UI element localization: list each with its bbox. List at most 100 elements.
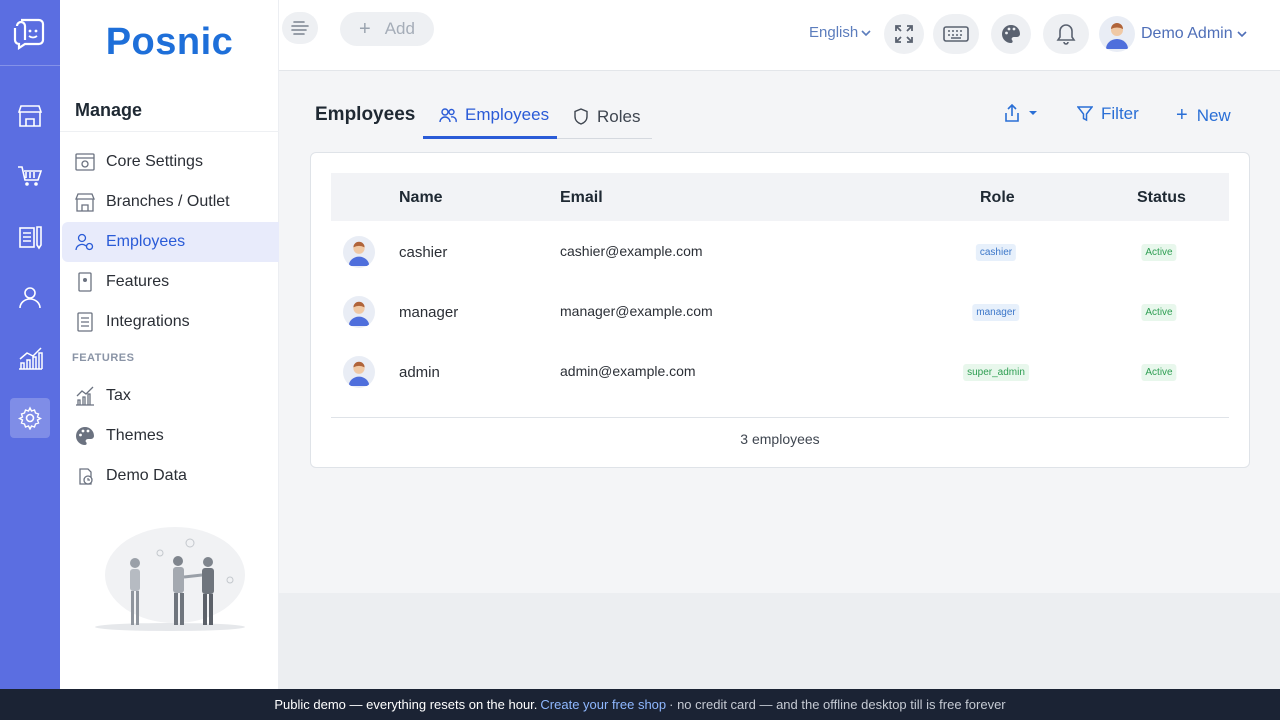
shield-icon bbox=[573, 108, 589, 125]
user-menu[interactable]: Demo Admin bbox=[1099, 16, 1248, 52]
users-icon bbox=[439, 107, 457, 123]
column-header-role[interactable]: Role bbox=[980, 189, 1015, 207]
demo-data-icon bbox=[74, 465, 96, 487]
tab-employees[interactable]: Employees bbox=[423, 94, 557, 139]
demo-banner: Public demo — everything resets on the h… bbox=[0, 689, 1280, 720]
user-avatar-icon bbox=[348, 361, 370, 386]
employees-gear-icon bbox=[74, 231, 96, 253]
column-header-status[interactable]: Status bbox=[1137, 189, 1186, 207]
tab-label: Employees bbox=[465, 105, 550, 124]
clipboard-icon bbox=[19, 226, 42, 250]
bell-icon bbox=[1056, 24, 1076, 45]
rail-settings-button[interactable] bbox=[10, 398, 50, 438]
divider bbox=[60, 131, 279, 132]
team-illustration bbox=[95, 527, 245, 631]
employees-card: Name Email Role Status cashier cashier@e… bbox=[310, 152, 1250, 468]
filter-button[interactable]: Filter bbox=[1077, 104, 1139, 124]
app-logo-icon bbox=[13, 18, 45, 50]
status-badge: Active bbox=[1141, 304, 1177, 321]
new-employee-button[interactable]: + New bbox=[1176, 104, 1231, 127]
menu-item-label: Themes bbox=[106, 427, 164, 444]
rail-cart-button[interactable] bbox=[10, 156, 50, 196]
menu-item-tax[interactable]: Tax bbox=[62, 376, 279, 416]
divider bbox=[331, 417, 1229, 418]
menu-item-label: Core Settings bbox=[106, 153, 203, 170]
status-badge: Active bbox=[1141, 244, 1177, 261]
avatar bbox=[343, 356, 375, 388]
filter-label: Filter bbox=[1101, 104, 1139, 123]
store-icon bbox=[74, 191, 96, 213]
fullscreen-button[interactable] bbox=[884, 14, 924, 54]
avatar bbox=[343, 236, 375, 268]
menu-item-demo-data[interactable]: Demo Data bbox=[62, 456, 279, 496]
user-avatar-icon bbox=[348, 301, 370, 326]
table-footer-count: 3 employees bbox=[740, 431, 820, 447]
rail-store-button[interactable] bbox=[10, 96, 50, 136]
caret-down-icon bbox=[1029, 111, 1037, 115]
user-avatar-icon bbox=[1106, 23, 1128, 49]
tax-chart-icon bbox=[74, 385, 96, 407]
menu-item-core-settings[interactable]: Core Settings bbox=[62, 142, 279, 182]
chevron-down-icon bbox=[1237, 31, 1247, 38]
rail-customers-button[interactable] bbox=[10, 277, 50, 317]
keyboard-icon bbox=[943, 26, 969, 42]
filter-icon bbox=[1077, 106, 1093, 122]
section-label: FEATURES bbox=[72, 352, 135, 364]
fullscreen-icon bbox=[895, 25, 913, 43]
chevron-down-icon bbox=[861, 29, 871, 36]
employee-name: admin bbox=[399, 364, 440, 381]
menu-lines-icon bbox=[291, 21, 309, 35]
menu-item-employees[interactable]: Employees bbox=[62, 222, 279, 262]
store-icon bbox=[17, 105, 43, 127]
table-row[interactable]: cashier cashier@example.com cashier Acti… bbox=[331, 221, 1229, 281]
gear-icon bbox=[18, 406, 42, 430]
status-badge: Active bbox=[1141, 364, 1177, 381]
tab-label: Roles bbox=[597, 106, 641, 126]
palette-icon bbox=[74, 425, 96, 447]
employee-email: manager@example.com bbox=[560, 303, 713, 319]
employee-name: cashier bbox=[399, 244, 448, 261]
create-shop-link[interactable]: Create your free shop bbox=[540, 697, 666, 712]
tab-bar: Employees Roles bbox=[423, 94, 652, 139]
notifications-button[interactable] bbox=[1043, 14, 1089, 54]
tab-roles[interactable]: Roles bbox=[573, 94, 640, 139]
user-avatar-icon bbox=[348, 241, 370, 266]
banner-tail: · no credit card — and the offline deskt… bbox=[669, 697, 1006, 712]
settings-panel: Posnic Manage Core Settings Branches / O… bbox=[60, 0, 279, 689]
employee-email: cashier@example.com bbox=[560, 243, 703, 259]
plus-icon: + bbox=[359, 17, 371, 40]
app-logo[interactable] bbox=[0, 0, 60, 66]
menu-item-themes[interactable]: Themes bbox=[62, 416, 279, 456]
role-badge: manager bbox=[972, 304, 1020, 321]
employee-name: manager bbox=[399, 304, 459, 321]
table-row[interactable]: admin admin@example.com super_admin Acti… bbox=[331, 341, 1229, 401]
user-name: Demo Admin bbox=[1141, 25, 1233, 42]
menu-item-features[interactable]: Features bbox=[62, 262, 279, 302]
column-header-name[interactable]: Name bbox=[399, 189, 443, 207]
cart-icon bbox=[18, 166, 43, 186]
language-select[interactable]: English bbox=[809, 24, 872, 41]
export-button[interactable] bbox=[1004, 104, 1038, 122]
menu-item-label: Tax bbox=[106, 387, 131, 404]
menu-item-branches[interactable]: Branches / Outlet bbox=[62, 182, 279, 222]
rail-inventory-button[interactable] bbox=[10, 217, 50, 257]
menu-item-integrations[interactable]: Integrations bbox=[62, 302, 279, 342]
table-row[interactable]: manager manager@example.com manager Acti… bbox=[331, 281, 1229, 341]
menu-item-label: Integrations bbox=[106, 313, 190, 330]
top-header: + Add English Demo Admin bbox=[279, 0, 1280, 71]
column-header-email[interactable]: Email bbox=[560, 189, 603, 207]
new-label: New bbox=[1196, 105, 1231, 125]
keyboard-shortcuts-button[interactable] bbox=[933, 14, 979, 54]
add-button[interactable]: + Add bbox=[340, 12, 434, 46]
bar-chart-icon bbox=[19, 347, 43, 370]
sidebar-toggle-button[interactable] bbox=[282, 12, 318, 44]
integrations-icon bbox=[74, 311, 96, 333]
user-icon bbox=[19, 287, 41, 309]
rail-reports-button[interactable] bbox=[10, 338, 50, 378]
table-header: Name Email Role Status bbox=[331, 173, 1229, 221]
theme-button[interactable] bbox=[991, 14, 1031, 54]
brand-logo[interactable]: Posnic bbox=[60, 0, 279, 84]
panel-title: Manage bbox=[75, 100, 143, 120]
share-upload-icon bbox=[1005, 104, 1019, 122]
role-badge: super_admin bbox=[963, 364, 1029, 381]
